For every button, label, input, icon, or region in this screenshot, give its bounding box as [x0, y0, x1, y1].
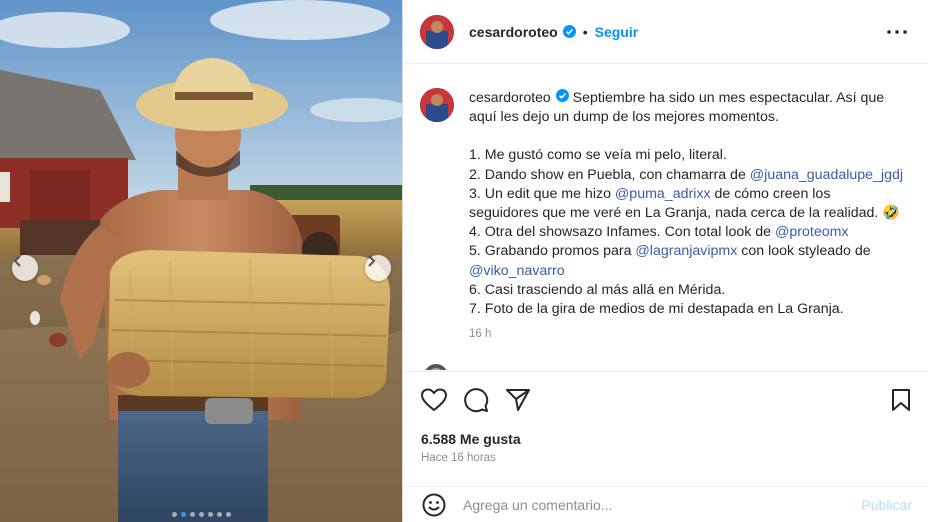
caption-item-2-text: 2. Dando show en Puebla, con chamarra de: [469, 166, 750, 183]
carousel-dot: [198, 512, 204, 517]
caption-item-5: 5. Grabando promos para @lagranjavipmx c…: [469, 242, 928, 261]
carousel-dot: [216, 512, 222, 517]
verified-badge-icon: [555, 89, 569, 102]
post-timestamp[interactable]: Hace 16 horas: [421, 452, 496, 464]
caption-item-3: 3. Un edit que me hizo @puma_adrixx de c…: [469, 185, 928, 204]
carousel-dot: [171, 512, 177, 517]
caption-item-5-rest: con look styleado de: [737, 243, 871, 260]
caption-item-2: 2. Dando show en Puebla, con chamarra de…: [469, 166, 928, 185]
follow-button[interactable]: Seguir: [595, 24, 639, 40]
post-actions: 6.588 Me gusta Hace 16 horas Publicar: [403, 371, 928, 522]
caption-item-1: 1. Me gustó como se veía mi pelo, litera…: [469, 147, 727, 164]
carousel-indicator: [0, 512, 402, 517]
caption-item-7: 7. Foto de la gira de medios de mi desta…: [469, 301, 844, 318]
comment-icon[interactable]: [462, 386, 490, 414]
caption-item-3-rest: de cómo creen los: [710, 185, 831, 202]
mention-link[interactable]: @puma_adrixx: [615, 186, 711, 202]
publish-button[interactable]: Publicar: [861, 497, 912, 513]
caption-item-4-text: 4. Otra del showsazo Infames. Con total …: [469, 224, 775, 241]
caption-username[interactable]: cesardoroteo: [469, 89, 551, 105]
carousel-dot: [189, 512, 195, 517]
header-separator: •: [582, 23, 588, 40]
likes-count[interactable]: 6.588 Me gusta: [421, 431, 521, 447]
mention-link[interactable]: @viko_navarro: [469, 263, 565, 279]
post-header: cesardoroteo • Seguir: [403, 0, 928, 64]
farm-portrait-image: [0, 0, 402, 522]
heart-icon[interactable]: [420, 386, 448, 414]
caption-item-4: 4. Otra del showsazo Infames. Con total …: [469, 223, 928, 242]
caption-item-3-text: 3. Un edit que me hizo: [469, 185, 615, 202]
caption-intro-line-2: aquí les dejo un dump de los mejores mom…: [469, 109, 779, 126]
carousel-dot: [207, 512, 213, 517]
bookmark-icon[interactable]: [887, 386, 915, 414]
caption-item-3-continued: seguidores que me veré en La Granja, nad…: [469, 205, 900, 222]
carousel-dot: [180, 512, 186, 517]
send-icon[interactable]: [504, 386, 532, 414]
avatar[interactable]: [420, 14, 454, 49]
previous-slide-button[interactable]: [12, 255, 38, 281]
carousel-dot: [225, 512, 231, 517]
caption-intro-line-1: Septiembre ha sido un mes espectacular. …: [572, 90, 885, 106]
caption-timestamp[interactable]: 16 h: [469, 325, 928, 344]
mention-link[interactable]: @lagranjavipmx: [635, 243, 737, 259]
caption-item-5-text: 5. Grabando promos para: [469, 243, 636, 260]
caption-area: cesardoroteo Septiembre ha sido un mes e…: [403, 65, 928, 370]
caption-item-6: 6. Casi trasciendo al más allá en Mérida…: [469, 281, 726, 298]
mention-link[interactable]: @proteomx: [775, 224, 849, 240]
verified-badge-icon: [562, 25, 576, 38]
post-side-panel: cesardoroteo • Seguir cesardoroteo Septi…: [402, 0, 928, 522]
comment-input[interactable]: [463, 497, 833, 513]
caption-avatar[interactable]: [420, 88, 454, 122]
next-comment-avatar-peek: [423, 362, 449, 370]
post-username[interactable]: cesardoroteo: [469, 24, 558, 40]
mention-link[interactable]: @juana_guadalupe_jgdj: [750, 167, 903, 183]
comment-bar: Publicar: [403, 486, 928, 522]
next-slide-button[interactable]: [365, 255, 391, 281]
more-options-icon[interactable]: [885, 20, 909, 44]
caption-text: cesardoroteo Septiembre ha sido un mes e…: [469, 88, 928, 344]
caption: cesardoroteo Septiembre ha sido un mes e…: [420, 88, 928, 344]
post-photo[interactable]: [0, 0, 402, 522]
smiley-icon[interactable]: [420, 491, 448, 519]
instagram-post-dialog: cesardoroteo • Seguir cesardoroteo Septi…: [0, 0, 928, 522]
